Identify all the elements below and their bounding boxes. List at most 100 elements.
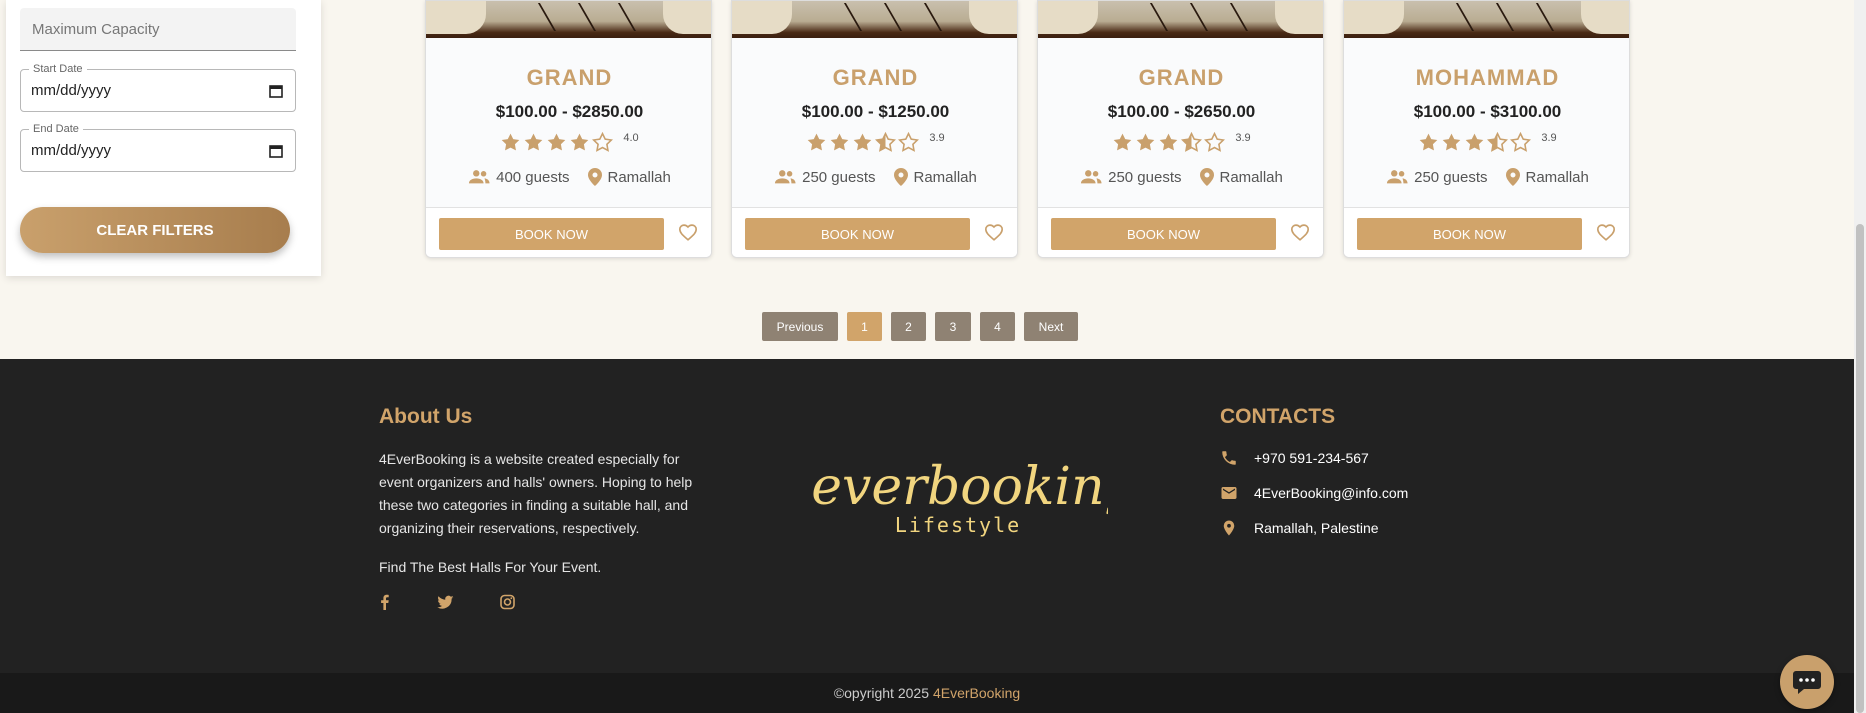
heart-icon[interactable] [678, 223, 698, 241]
pagination-previous[interactable]: Previous [762, 312, 838, 341]
instagram-icon[interactable] [500, 594, 515, 610]
hall-rating: 4.0 [426, 132, 711, 152]
hall-image-decor [617, 3, 637, 31]
hall-image-decor [663, 1, 711, 34]
hall-guests: 250 guests [774, 168, 876, 186]
hall-image[interactable] [1038, 1, 1323, 38]
hall-card[interactable]: MOHAMMAD $100.00 - $3100.00 3.9 250 gues… [1343, 0, 1630, 258]
hall-card-body: MOHAMMAD $100.00 - $3100.00 3.9 250 gues… [1344, 38, 1629, 207]
hall-image-decor [843, 3, 863, 31]
hall-card[interactable]: GRAND $100.00 - $2850.00 4.0 400 guests … [425, 0, 712, 258]
guests-icon [1081, 170, 1102, 184]
hall-card-body: GRAND $100.00 - $1250.00 3.9 250 guests … [732, 38, 1017, 207]
star-icon [1114, 133, 1132, 151]
page-scrollbar[interactable] [1854, 0, 1866, 713]
hall-location: Ramallah [1199, 168, 1283, 186]
book-now-button[interactable]: BOOK NOW [1357, 218, 1582, 250]
book-now-button[interactable]: BOOK NOW [1051, 218, 1276, 250]
location-pin-icon [1223, 520, 1235, 536]
pagination-page-4[interactable]: 4 [980, 312, 1015, 341]
clear-filters-button[interactable]: CLEAR FILTERS [20, 207, 290, 253]
end-date-field[interactable]: End Date mm/dd/yyyy [20, 123, 296, 172]
hall-location: Ramallah [1505, 168, 1589, 186]
hall-guests-text: 250 guests [802, 168, 876, 186]
maximum-capacity-input[interactable]: Maximum Capacity [20, 8, 296, 51]
pagination-page-1[interactable]: 1 [847, 312, 882, 341]
star-icon [1443, 133, 1461, 151]
star-icon [1420, 133, 1438, 151]
hall-card-body: GRAND $100.00 - $2650.00 3.9 250 guests … [1038, 38, 1323, 207]
mail-icon [1221, 487, 1237, 499]
end-date-value: mm/dd/yyyy [31, 142, 112, 159]
hall-card-actions: BOOK NOW [426, 207, 711, 257]
star-icon [592, 132, 614, 152]
hall-card[interactable]: GRAND $100.00 - $1250.00 3.9 250 guests … [731, 0, 1018, 258]
about-us-text: 4EverBooking is a website created especi… [379, 451, 693, 536]
star-icon [1487, 132, 1509, 152]
star-icon [571, 133, 589, 151]
star-icon [898, 132, 920, 152]
book-now-button[interactable]: BOOK NOW [439, 218, 664, 250]
heart-icon[interactable] [1290, 223, 1310, 241]
hall-image[interactable] [426, 1, 711, 38]
copyright-brand-link[interactable]: 4EverBooking [933, 685, 1020, 701]
hall-image-decor [1229, 3, 1249, 31]
pagination-page-3[interactable]: 3 [935, 312, 971, 341]
star-icon [502, 133, 520, 151]
chat-button[interactable] [1780, 655, 1834, 709]
hall-guests: 250 guests [1080, 169, 1182, 186]
hall-image-decor [1581, 1, 1629, 34]
location-pin-icon [1505, 168, 1520, 186]
hall-card-actions: BOOK NOW [1344, 207, 1629, 257]
star-icon [525, 133, 543, 151]
scrollbar-thumb[interactable] [1856, 224, 1864, 713]
hall-location: Ramallah [587, 168, 671, 186]
start-date-label: Start Date [29, 63, 87, 75]
calendar-icon[interactable] [269, 144, 283, 158]
hall-name: MOHAMMAD [1415, 65, 1560, 90]
star-icon [1181, 132, 1203, 152]
copyright-bar: ©opyright 2025 4EverBooking [0, 673, 1854, 713]
pagination-page-2[interactable]: 2 [891, 312, 926, 341]
contact-phone-text: +970 591-234-567 [1254, 450, 1369, 466]
star-icon [854, 133, 872, 151]
hall-guests: 250 guests [1386, 168, 1488, 186]
maximum-capacity-placeholder: Maximum Capacity [32, 20, 160, 38]
start-date-field[interactable]: Start Date mm/dd/yyyy [20, 63, 296, 112]
twitter-icon[interactable] [437, 594, 454, 610]
facebook-icon[interactable] [378, 594, 392, 610]
phone-icon [1222, 451, 1236, 465]
hall-price: $100.00 - $2850.00 [495, 102, 644, 121]
heart-icon[interactable] [984, 223, 1004, 241]
chat-icon [1793, 671, 1821, 694]
guests-icon [775, 170, 796, 184]
heart-icon[interactable] [1596, 223, 1616, 241]
hall-guests-text: 250 guests [1414, 168, 1488, 186]
contact-email: 4EverBooking@info.com [1220, 484, 1408, 502]
contact-email-text: 4EverBooking@info.com [1254, 485, 1409, 501]
about-us-tagline: Find The Best Halls For Your Event. [379, 559, 602, 575]
hall-image[interactable] [732, 1, 1017, 38]
hall-name: GRAND [1138, 65, 1225, 90]
contact-address-text: Ramallah, Palestine [1254, 520, 1379, 536]
hall-guests-text: 400 guests [496, 168, 570, 186]
about-us-title: About Us [379, 405, 473, 428]
hall-image-decor [1189, 3, 1209, 31]
hall-rating: 3.9 [1038, 132, 1323, 152]
calendar-icon[interactable] [269, 84, 283, 98]
contact-address: Ramallah, Palestine [1220, 519, 1379, 537]
location-pin-icon [893, 168, 908, 186]
pagination-next[interactable]: Next [1024, 312, 1078, 341]
star-icon [1160, 133, 1178, 151]
logo-sub-text: Lifestyle [895, 513, 1021, 537]
4everbooking-logo: 4everbooking Lifestyle [777, 448, 1138, 549]
location-pin-icon [587, 168, 602, 186]
hall-image[interactable] [1344, 1, 1629, 38]
hall-card-actions: BOOK NOW [732, 207, 1017, 257]
hall-card[interactable]: GRAND $100.00 - $2650.00 3.9 250 guests … [1037, 0, 1324, 258]
hall-price: $100.00 - $3100.00 [1413, 102, 1562, 121]
contact-phone: +970 591-234-567 [1220, 449, 1369, 467]
copyright-text: ©opyright 2025 [833, 685, 929, 701]
book-now-button[interactable]: BOOK NOW [745, 218, 970, 250]
hall-image-decor [1275, 1, 1323, 34]
